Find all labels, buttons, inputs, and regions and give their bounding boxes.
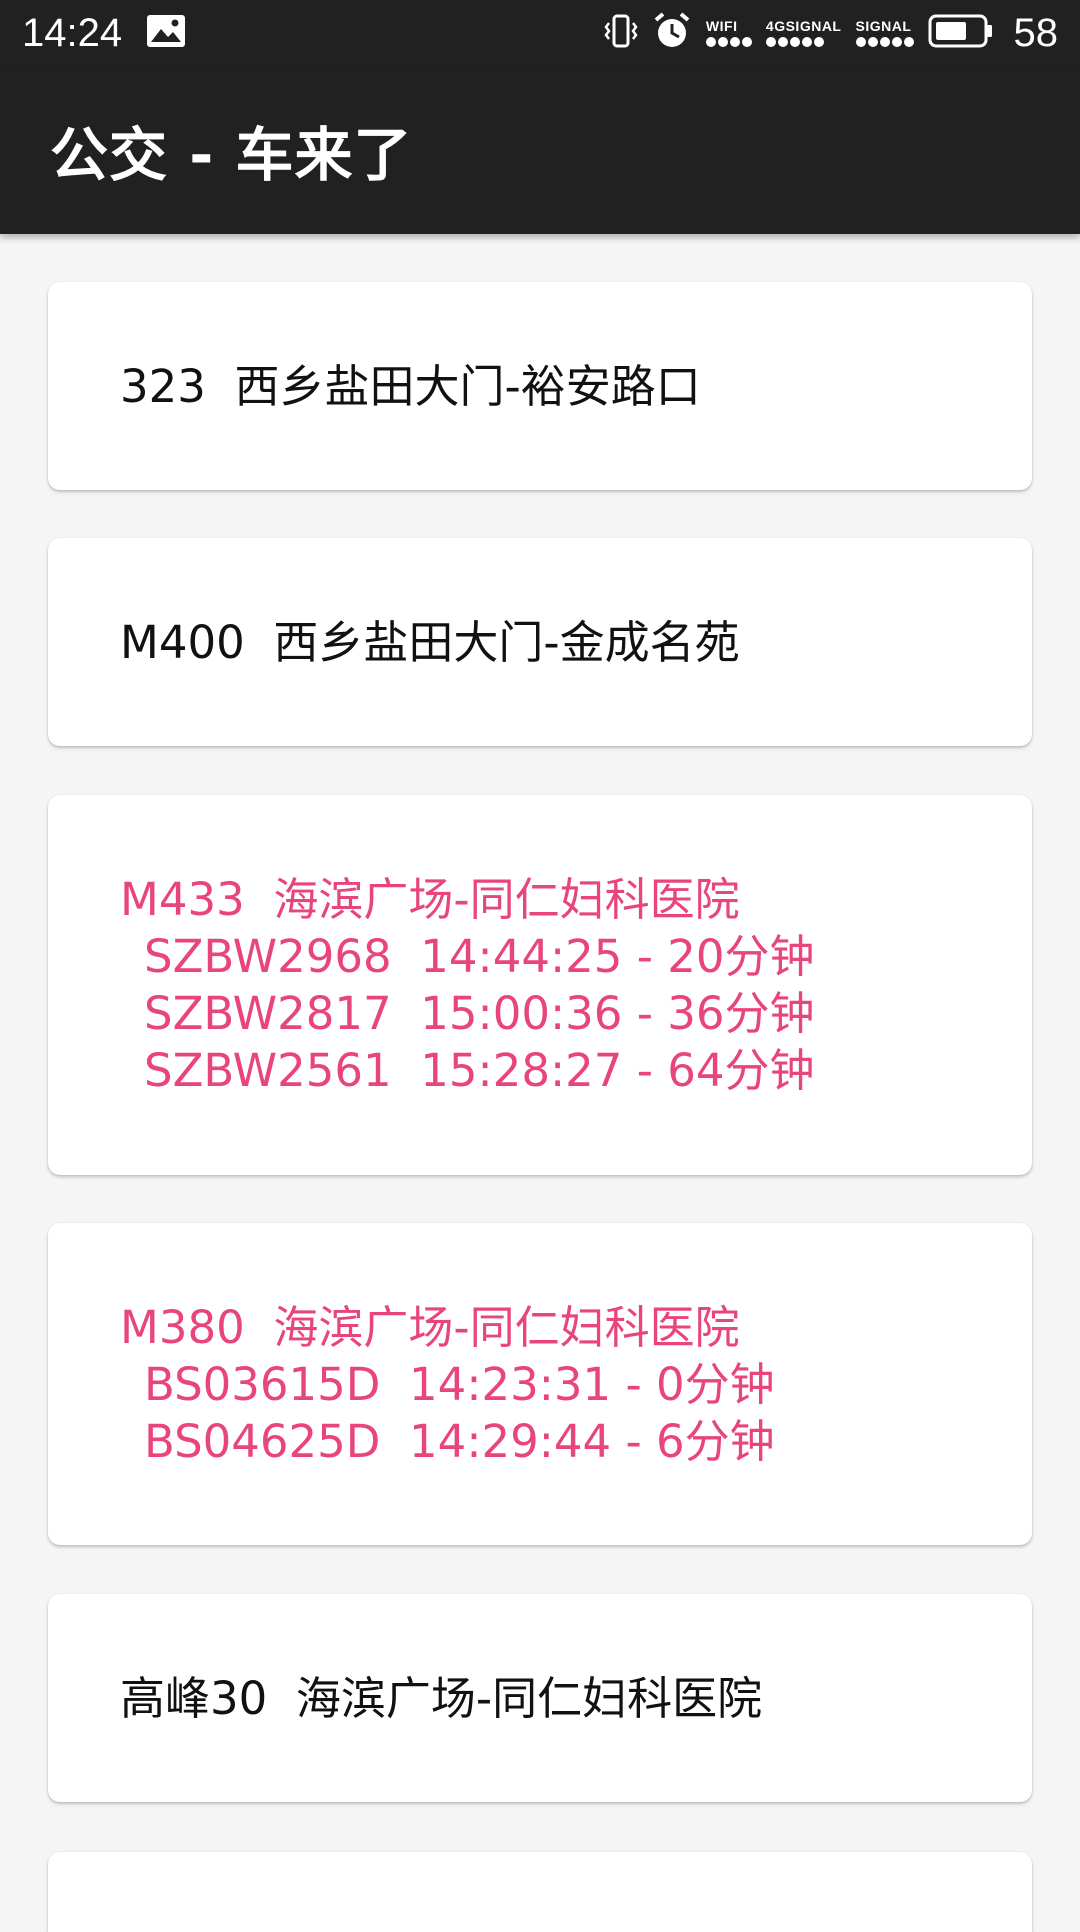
bus-arrival: BS03615D 14:23:31 - 0分钟 bbox=[144, 1357, 775, 1411]
route-card-partial[interactable] bbox=[48, 1852, 1032, 1932]
route-card[interactable]: M380 海滨广场-同仁妇科医院 BS03615D 14:23:31 - 0分钟… bbox=[48, 1223, 1032, 1545]
signal2-label: SIGNAL bbox=[855, 18, 912, 34]
route-title: M433 海滨广场-同仁妇科医院 bbox=[120, 873, 740, 926]
wifi-indicator: WIFI bbox=[705, 18, 752, 47]
bus-arrival: SZBW2968 14:44:25 - 20分钟 bbox=[144, 930, 815, 983]
signal1-label: 4GSIGNAL bbox=[765, 18, 842, 34]
route-title: 高峰30 海滨广场-同仁妇科医院 bbox=[120, 1671, 763, 1725]
route-card[interactable]: 323 西乡盐田大门-裕安路口 bbox=[48, 282, 1032, 490]
signal-strength-icon bbox=[765, 37, 824, 47]
signal-indicator-1: 4GSIGNAL bbox=[765, 18, 842, 47]
route-title: M380 海滨广场-同仁妇科医院 bbox=[120, 1300, 740, 1354]
status-time: 14:24 bbox=[22, 10, 123, 55]
signal-indicator-2: SIGNAL bbox=[855, 18, 914, 47]
status-bar: 14:24 WIFI 4GSIGNAL SIGNAL 58 bbox=[0, 0, 1080, 66]
battery-level: 58 bbox=[1013, 10, 1059, 55]
route-card[interactable]: M400 西乡盐田大门-金成名苑 bbox=[48, 538, 1032, 746]
bus-arrival: BS04625D 14:29:44 - 6分钟 bbox=[144, 1414, 775, 1468]
status-left: 14:24 bbox=[22, 11, 186, 56]
bus-arrival: SZBW2817 15:00:36 - 36分钟 bbox=[144, 987, 815, 1040]
battery-icon bbox=[928, 13, 994, 53]
route-card[interactable]: M433 海滨广场-同仁妇科医院 SZBW2968 14:44:25 - 20分… bbox=[48, 795, 1032, 1175]
app-title: 公交 - 车来了 bbox=[50, 121, 413, 189]
bus-arrival: SZBW2561 15:28:27 - 64分钟 bbox=[144, 1044, 815, 1097]
vibrate-icon bbox=[604, 13, 638, 53]
signal-strength-icon bbox=[855, 37, 914, 47]
alarm-icon bbox=[652, 11, 692, 55]
gallery-notification-icon bbox=[146, 14, 186, 52]
route-title: 323 西乡盐田大门-裕安路口 bbox=[120, 359, 701, 413]
wifi-strength-icon bbox=[705, 37, 752, 47]
route-title: M400 西乡盐田大门-金成名苑 bbox=[120, 615, 740, 669]
route-card[interactable]: 高峰30 海滨广场-同仁妇科医院 bbox=[48, 1594, 1032, 1802]
wifi-label: WIFI bbox=[705, 18, 738, 34]
app-bar: 公交 - 车来了 bbox=[0, 66, 1080, 234]
status-right: WIFI 4GSIGNAL SIGNAL 58 bbox=[604, 11, 1058, 56]
